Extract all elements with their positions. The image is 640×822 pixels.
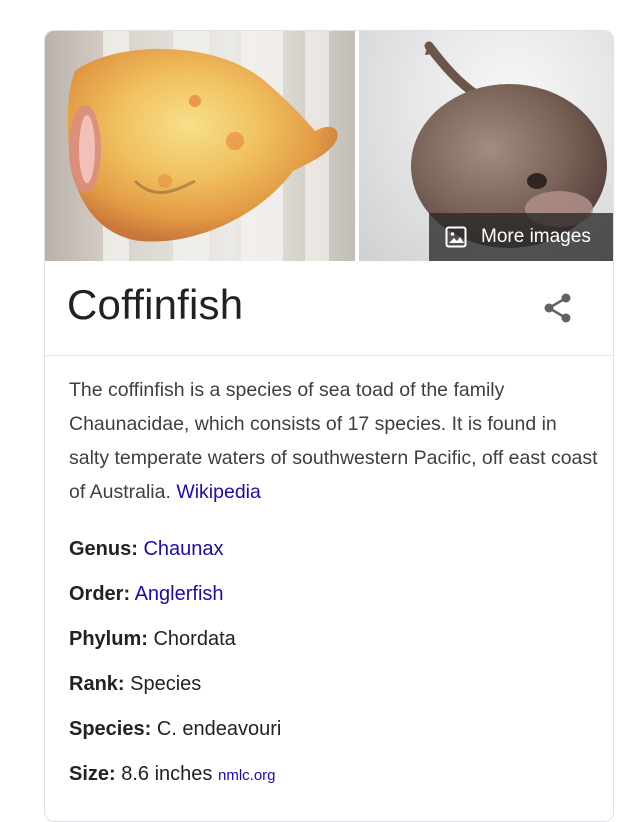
fact-value: 8.6 inches [121,763,213,785]
fact-genus: Genus: Chaunax [69,538,224,561]
fact-label: Rank: [69,673,125,695]
fact-label: Genus: [69,538,138,560]
description-text: The coffinfish is a species of sea toad … [69,379,598,503]
fact-value: Species [130,673,202,695]
coffinfish-image-2[interactable]: More images [359,31,613,261]
wikipedia-link[interactable]: Wikipedia [176,481,261,503]
fact-size: Size: 8.6 inches nmlc.org [69,763,276,786]
fact-species: Species: C. endeavouri [69,718,281,741]
share-icon[interactable] [541,291,575,325]
order-link[interactable]: Anglerfish [135,583,224,605]
fact-phylum: Phylum: Chordata [69,628,236,651]
fact-rank: Rank: Species [69,673,201,696]
fact-label: Size: [69,763,116,785]
fact-label: Phylum: [69,628,148,650]
image-strip: More images [45,31,613,261]
fact-value: C. endeavouri [156,718,282,740]
fact-label: Order: [69,583,131,605]
coffinfish-image-1[interactable] [45,31,355,261]
more-images-label: More images [481,226,591,247]
knowledge-panel: More images Coffinfish The coffinfish is… [44,30,614,822]
title-row: Coffinfish [45,261,613,356]
size-source-link[interactable]: nmlc.org [218,767,276,784]
more-images-button[interactable]: More images [429,213,613,261]
fact-value: Chordata [153,628,236,650]
entity-title: Coffinfish [67,281,244,328]
fish-photo-orange [67,48,338,242]
genus-link[interactable]: Chaunax [143,538,223,560]
fact-order: Order: Anglerfish [69,583,224,606]
fact-label: Species: [69,718,152,740]
description: The coffinfish is a species of sea toad … [69,373,599,509]
image-icon [445,226,467,248]
